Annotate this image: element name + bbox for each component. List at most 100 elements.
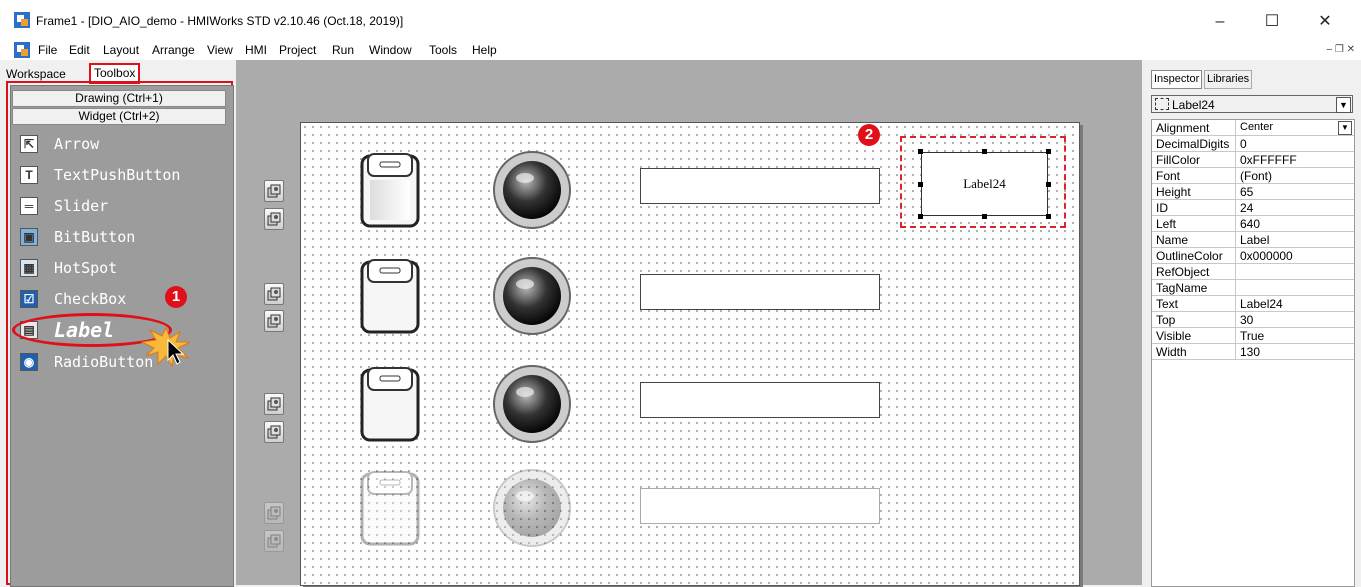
menu-run[interactable]: Run (332, 43, 354, 57)
property-row[interactable]: Alignment Center ▼ (1152, 120, 1354, 136)
mdi-window-controls[interactable]: – ❐ ✕ (1327, 44, 1355, 55)
property-divider (1235, 120, 1236, 136)
property-value[interactable]: 0x000000 (1240, 249, 1293, 263)
text-box[interactable] (640, 382, 880, 418)
tag-link-button[interactable] (264, 208, 284, 230)
menu-help[interactable]: Help (472, 43, 497, 57)
resize-handle[interactable] (982, 214, 987, 219)
property-divider (1235, 184, 1236, 200)
text-box[interactable] (640, 168, 880, 204)
property-name: DecimalDigits (1156, 137, 1230, 151)
tool-arrow[interactable]: ⇱ Arrow (20, 133, 220, 157)
tool-label: CheckBox (54, 290, 127, 308)
chevron-down-icon[interactable]: ▼ (1336, 97, 1351, 113)
arrow-icon: ⇱ (20, 135, 38, 153)
tag-link-button[interactable] (264, 180, 284, 202)
property-value[interactable]: Center (1240, 121, 1273, 133)
property-value[interactable]: 65 (1240, 185, 1253, 199)
maximize-button[interactable]: ☐ (1249, 8, 1295, 36)
property-name: Font (1156, 169, 1181, 183)
menu-arrange[interactable]: Arrange (152, 43, 195, 57)
category-drawing[interactable]: Drawing (Ctrl+1) (12, 90, 226, 107)
menu-file[interactable]: File (38, 43, 57, 57)
title-bar: Frame1 - [DIO_AIO_demo - HMIWorks STD v2… (0, 0, 1361, 40)
indicator-lamp[interactable] (492, 364, 572, 444)
property-name: FillColor (1156, 153, 1201, 167)
property-row[interactable]: Width 130 (1152, 344, 1354, 360)
menu-hmi[interactable]: HMI (245, 43, 267, 57)
property-row[interactable]: Font (Font) (1152, 168, 1354, 184)
indicator-lamp[interactable] (492, 468, 572, 548)
property-value[interactable]: 0 (1240, 137, 1247, 151)
property-value[interactable]: 24 (1240, 201, 1253, 215)
tag-link-button[interactable] (264, 310, 284, 332)
menu-window[interactable]: Window (369, 43, 412, 57)
menu-edit[interactable]: Edit (69, 43, 90, 57)
property-divider (1235, 152, 1236, 168)
indicator-lamp[interactable] (492, 256, 572, 336)
tab-libraries[interactable]: Libraries (1204, 70, 1253, 89)
property-row[interactable]: Name Label (1152, 232, 1354, 248)
resize-handle[interactable] (1046, 149, 1051, 154)
toggle-switch[interactable] (360, 470, 420, 548)
resize-handle[interactable] (982, 149, 987, 154)
menu-layout[interactable]: Layout (103, 43, 139, 57)
close-button[interactable]: ✕ (1302, 8, 1348, 36)
tag-link-button[interactable] (264, 393, 284, 415)
resize-handle[interactable] (1046, 182, 1051, 187)
object-selector[interactable]: Label24 ▼ (1151, 95, 1353, 113)
property-divider (1235, 296, 1236, 312)
property-row[interactable]: Text Label24 (1152, 296, 1354, 312)
property-row[interactable]: Left 640 (1152, 216, 1354, 232)
text-box[interactable] (640, 274, 880, 310)
tool-checkbox[interactable]: ☑ CheckBox (20, 288, 160, 312)
property-value[interactable]: Label24 (1240, 297, 1283, 311)
property-row[interactable]: RefObject (1152, 264, 1354, 280)
tag-link-button[interactable] (264, 421, 284, 443)
property-divider (1235, 264, 1236, 280)
tool-bit-button[interactable]: ▣ BitButton (20, 226, 220, 250)
resize-handle[interactable] (918, 182, 923, 187)
tool-slider[interactable]: ═ Slider (20, 195, 220, 219)
text-box[interactable] (640, 488, 880, 524)
property-value[interactable]: 130 (1240, 345, 1260, 359)
indicator-lamp[interactable] (492, 150, 572, 230)
property-row[interactable]: Height 65 (1152, 184, 1354, 200)
property-row[interactable]: OutlineColor 0x000000 (1152, 248, 1354, 264)
chevron-down-icon[interactable]: ▼ (1338, 121, 1352, 135)
tool-text-push-button[interactable]: T TextPushButton (20, 164, 220, 188)
property-value[interactable]: 0xFFFFFF (1240, 153, 1297, 167)
category-widget[interactable]: Widget (Ctrl+2) (12, 108, 226, 125)
toggle-switch[interactable] (360, 152, 420, 230)
property-row[interactable]: Top 30 (1152, 312, 1354, 328)
tag-link-button[interactable] (264, 530, 284, 552)
minimize-button[interactable]: – (1197, 8, 1243, 36)
tag-link-button[interactable] (264, 283, 284, 305)
resize-handle[interactable] (918, 149, 923, 154)
window-title: Frame1 - [DIO_AIO_demo - HMIWorks STD v2… (36, 14, 404, 28)
menu-view[interactable]: View (207, 43, 233, 57)
tool-hotspot[interactable]: ▦ HotSpot (20, 257, 220, 281)
resize-handle[interactable] (918, 214, 923, 219)
property-row[interactable]: Visible True (1152, 328, 1354, 344)
property-row[interactable]: FillColor 0xFFFFFF (1152, 152, 1354, 168)
property-value[interactable]: Label (1240, 233, 1269, 247)
property-value[interactable]: 30 (1240, 313, 1253, 327)
property-value[interactable]: (Font) (1240, 169, 1272, 183)
property-value[interactable]: 640 (1240, 217, 1260, 231)
menu-project[interactable]: Project (279, 43, 316, 57)
property-row[interactable]: ID 24 (1152, 200, 1354, 216)
property-row[interactable]: DecimalDigits 0 (1152, 136, 1354, 152)
menu-tools[interactable]: Tools (429, 43, 457, 57)
toggle-switch[interactable] (360, 366, 420, 444)
property-row[interactable]: TagName (1152, 280, 1354, 296)
tag-link-button[interactable] (264, 502, 284, 524)
label-widget[interactable]: Label24 (921, 152, 1048, 216)
property-value[interactable]: True (1240, 329, 1264, 343)
toggle-switch[interactable] (360, 258, 420, 336)
tab-inspector[interactable]: Inspector (1151, 70, 1203, 89)
resize-handle[interactable] (1046, 214, 1051, 219)
property-divider (1235, 312, 1236, 328)
bit-button-icon: ▣ (20, 228, 38, 246)
property-name: TagName (1156, 281, 1208, 295)
